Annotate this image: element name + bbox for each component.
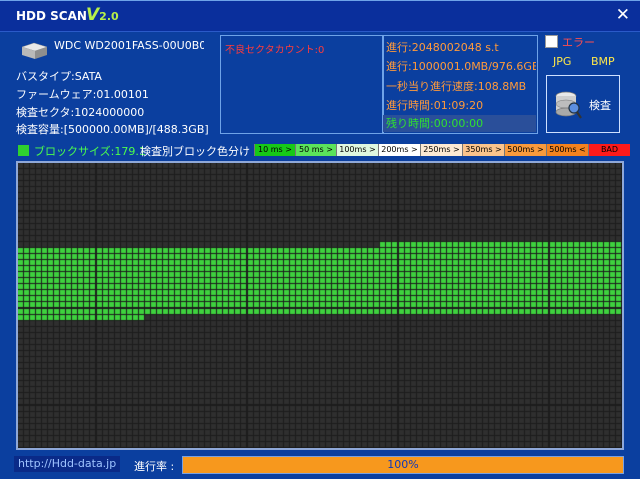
block-legend: ブロックサイズ:179.1 検査別ブロック色分け : 10 ms >50 ms …: [16, 143, 630, 158]
block-map: [18, 163, 622, 448]
scan-button[interactable]: 検査: [546, 75, 620, 133]
block-map-frame: [16, 161, 624, 450]
legend-item: 100ms >: [336, 144, 378, 156]
legend-item: 50 ms >: [295, 144, 336, 156]
error-checkbox[interactable]: [545, 35, 558, 48]
block-size-swatch: [18, 145, 29, 156]
scan-button-label: 検査: [589, 99, 611, 112]
capacity: 検査容量:[500000.00MB]/[488.3GB]: [16, 123, 209, 136]
legend-cells: 10 ms >50 ms >100ms >200ms >250ms >350ms…: [254, 144, 630, 156]
status-panel: 進行:2048002048 s.t 進行:1000001.0MB/976.6GB…: [382, 35, 538, 134]
drive-model: WDC WD2001FASS-00U0B0: [54, 39, 204, 52]
version-number: 2.0: [99, 10, 119, 23]
error-label: エラー: [562, 36, 595, 49]
bad-sector-count: 不良セクタカウント:0: [225, 45, 325, 56]
jpg-button[interactable]: JPG: [553, 55, 571, 68]
firmware: ファームウェア:01.00101: [16, 88, 149, 101]
close-button[interactable]: ✕: [616, 7, 630, 24]
app-window: HDD SCAN V2.0 ✕ WDC WD2001FASS-00U0B0 バス…: [0, 0, 640, 479]
legend-item: 500ms <: [546, 144, 588, 156]
legend-title: 検査別ブロック色分け :: [140, 145, 258, 158]
bus-type: バスタイプ:SATA: [16, 70, 102, 83]
progress-bar: 100%: [182, 456, 624, 474]
progress-text: 100%: [387, 458, 419, 471]
progress-sectors: 進行:2048002048 s.t: [386, 41, 499, 54]
speed: 一秒当り進行速度:108.8MB: [386, 80, 527, 93]
hard-disk-icon: [21, 42, 48, 59]
sector-count: 検査セクタ:1024000000: [16, 106, 145, 119]
app-title: HDD SCAN: [16, 9, 87, 23]
elapsed-time: 進行時間:01:09:20: [386, 99, 484, 112]
database-scan-icon: [555, 91, 582, 119]
version-prefix: V: [86, 5, 100, 25]
progress-label: 進行率 :: [134, 460, 175, 473]
legend-item: 10 ms >: [254, 144, 295, 156]
title-bar: HDD SCAN V2.0 ✕: [0, 1, 640, 32]
legend-item: BAD: [588, 144, 630, 156]
website-link[interactable]: http://Hdd-data.jp: [14, 456, 120, 472]
legend-item: 350ms >: [462, 144, 504, 156]
remaining-time: 残り時間:00:00:00: [383, 115, 536, 132]
legend-item: 250ms >: [420, 144, 462, 156]
bmp-button[interactable]: BMP: [591, 55, 615, 68]
legend-item: 500ms >: [504, 144, 546, 156]
progress-mb: 進行:1000001.0MB/976.6GB: [386, 60, 536, 73]
bad-sector-panel: 不良セクタカウント:0: [220, 35, 384, 134]
app-version: V2.0: [86, 5, 119, 25]
legend-item: 200ms >: [378, 144, 420, 156]
block-size: ブロックサイズ:179.1: [34, 145, 146, 158]
